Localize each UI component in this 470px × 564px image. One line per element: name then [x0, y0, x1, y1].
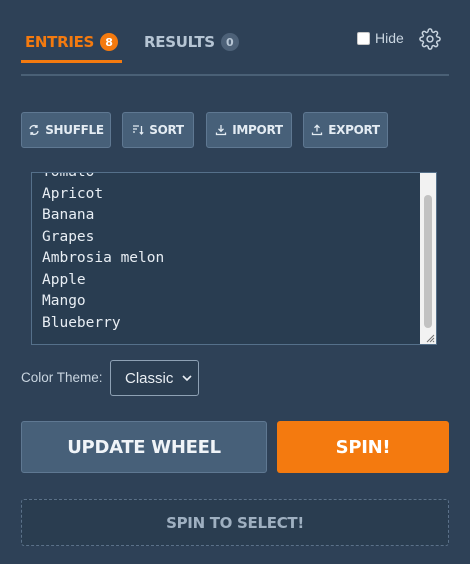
- entries-text: Tomato Apricot Banana Grapes Ambrosia me…: [42, 172, 165, 331]
- gear-icon[interactable]: [419, 28, 441, 50]
- tab-results-label: RESULTS: [144, 33, 215, 51]
- sort-button[interactable]: SORT: [122, 112, 194, 148]
- import-button[interactable]: IMPORT: [206, 112, 292, 148]
- resize-handle-icon[interactable]: [425, 333, 435, 343]
- results-count-badge: 0: [220, 33, 239, 51]
- sort-icon: [133, 125, 144, 135]
- update-wheel-button[interactable]: UPDATE WHEEL: [21, 421, 267, 473]
- entries-scrollbar[interactable]: [420, 173, 436, 344]
- color-theme-label: Color Theme:: [21, 370, 103, 385]
- chevron-down-icon: [182, 375, 192, 382]
- hide-checkbox[interactable]: [357, 31, 370, 45]
- sort-label: SORT: [149, 123, 184, 137]
- scrollbar-thumb[interactable]: [424, 195, 432, 328]
- spin-to-select-button[interactable]: SPIN TO SELECT!: [21, 499, 449, 546]
- entries-count-badge: 8: [100, 33, 119, 51]
- export-label: EXPORT: [328, 123, 380, 137]
- tabs-divider: [21, 74, 449, 76]
- entries-textarea[interactable]: Tomato Apricot Banana Grapes Ambrosia me…: [31, 172, 437, 345]
- shuffle-icon: [29, 124, 39, 136]
- color-theme-value: Classic: [125, 369, 174, 387]
- import-icon: [216, 125, 227, 136]
- import-label: IMPORT: [232, 123, 283, 137]
- export-icon: [312, 124, 323, 136]
- tab-entries[interactable]: ENTRIES 8: [21, 24, 122, 63]
- shuffle-label: SHUFFLE: [45, 123, 104, 137]
- tab-results[interactable]: RESULTS 0: [144, 24, 239, 60]
- hide-toggle[interactable]: Hide: [357, 30, 404, 46]
- tab-entries-label: ENTRIES: [24, 33, 95, 51]
- spin-button[interactable]: SPIN!: [277, 421, 449, 473]
- hide-label: Hide: [375, 30, 404, 46]
- export-button[interactable]: EXPORT: [303, 112, 388, 148]
- shuffle-button[interactable]: SHUFFLE: [21, 112, 111, 148]
- color-theme-select[interactable]: Classic: [110, 360, 199, 396]
